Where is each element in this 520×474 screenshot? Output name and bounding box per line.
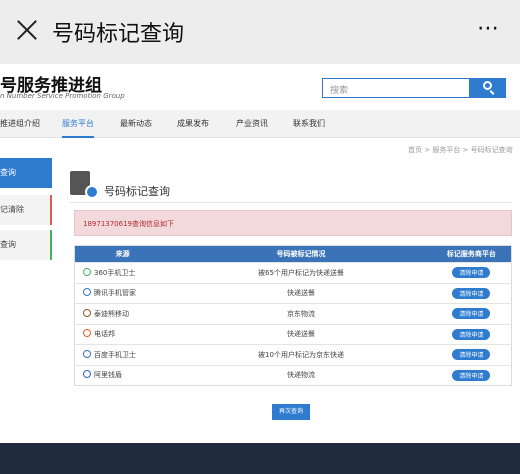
clear-request-button[interactable]: 清除申请	[452, 349, 491, 361]
source-name: 阿里钱盾	[94, 371, 122, 380]
page: { "window": {"title": "号码标记查询", "more_ic…	[0, 0, 520, 474]
green-shield-icon	[83, 267, 91, 276]
status-cell: 快递送餐	[170, 282, 432, 304]
blue-tencent-icon	[83, 288, 91, 297]
alert-text: 18971370619查询信息如下	[83, 220, 174, 228]
clear-request-button[interactable]: 清除申请	[452, 328, 491, 340]
sidebar-item-query-2[interactable]: 查询	[0, 230, 52, 260]
status-cell: 被10个用户标记为京东快递	[170, 344, 432, 365]
source-cell: 阿里钱盾	[74, 364, 171, 386]
search-icon	[483, 81, 492, 90]
nav-item-service-platform[interactable]: 服务平台	[62, 110, 94, 138]
source-name: 腾讯手机管家	[94, 289, 136, 298]
breadcrumb: 首页 > 服务平台 > 号码标记查询	[408, 146, 513, 154]
wechat-top-bar: 号码标记查询 ⋯	[0, 0, 520, 64]
action-cell: 清除申请	[431, 364, 512, 386]
source-name: 360手机卫士	[94, 268, 136, 277]
table-row: 泰迪熊移动 京东物流 清除申请	[74, 303, 512, 324]
mark-status-table: 来源 号码被标记情况 标记服务商平台 360手机卫士 被65个用户标记为快递送餐清…	[74, 245, 512, 386]
number-lookup-icon	[70, 171, 99, 199]
baidu-shield-icon	[83, 349, 91, 358]
source-name: 电话邦	[94, 330, 115, 339]
source-cell: 腾讯手机管家	[74, 282, 171, 304]
status-cell: 京东物流	[170, 303, 432, 324]
source-cell: 360手机卫士	[74, 262, 171, 283]
header-platform: 标记服务商平台	[431, 245, 512, 263]
search-input[interactable]: 搜索	[322, 78, 470, 98]
nav-item-contact[interactable]: 联系我们	[293, 110, 325, 138]
table-row: 百度手机卫士 被10个用户标记为京东快递 清除申请	[74, 344, 512, 365]
divider	[70, 202, 512, 203]
header-status: 号码被标记情况	[170, 245, 432, 263]
action-cell: 清除申请	[431, 323, 512, 345]
page-title: 号码标记查询	[104, 185, 170, 198]
header-source: 来源	[74, 245, 171, 263]
nav-item-results[interactable]: 成果发布	[177, 110, 209, 138]
nav-item-industry[interactable]: 产业资讯	[236, 110, 268, 138]
clear-request-button[interactable]: 清除申请	[452, 308, 491, 320]
status-cell: 快递送餐	[170, 323, 432, 345]
nav-item-news[interactable]: 最新动态	[120, 110, 152, 138]
search-icon-handle	[489, 90, 495, 95]
table-header-row: 来源 号码被标记情况 标记服务商平台	[74, 245, 512, 263]
action-cell: 清除申请	[431, 344, 512, 365]
action-cell: 清除申请	[431, 303, 512, 324]
more-options-icon[interactable]: ⋯	[477, 16, 500, 41]
sidebar-item-clear[interactable]: 记清除	[0, 195, 52, 225]
nav-item-intro[interactable]: 推进组介绍	[0, 110, 40, 138]
bear-icon	[83, 308, 91, 317]
main-nav: 推进组介绍 服务平台 最新动态 成果发布 产业资讯 联系我们	[0, 110, 520, 138]
ali-shield-icon	[83, 370, 91, 379]
table-row: 360手机卫士 被65个用户标记为快递送餐 清除申请	[74, 262, 512, 283]
source-cell: 泰迪熊移动	[74, 303, 171, 324]
search-button[interactable]	[470, 78, 506, 98]
status-cell: 被65个用户标记为快递送餐	[170, 262, 432, 283]
sidebar-item-query[interactable]: 查询	[0, 158, 52, 188]
source-name: 百度手机卫士	[94, 350, 136, 359]
status-cell: 快递物流	[170, 364, 432, 386]
clear-request-button[interactable]: 清除申请	[452, 287, 491, 299]
search-placeholder: 搜索	[330, 86, 349, 96]
close-icon[interactable]	[14, 17, 40, 43]
table-row: 电话邦 快递送餐 清除申请	[74, 323, 512, 345]
source-cell: 百度手机卫士	[74, 344, 171, 365]
site-footer	[0, 443, 520, 474]
query-again-button[interactable]: 再次查询	[272, 404, 310, 420]
orange-phone-icon	[83, 329, 91, 338]
table-row: 阿里钱盾 快递物流 清除申请	[74, 364, 512, 386]
action-cell: 清除申请	[431, 282, 512, 304]
source-name: 泰迪熊移动	[94, 309, 129, 318]
table-row: 腾讯手机管家 快递送餐 清除申请	[74, 282, 512, 304]
window-title: 号码标记查询	[52, 22, 185, 47]
site-brand-subtitle: n Number Service Promotion Group	[0, 92, 125, 100]
action-cell: 清除申请	[431, 262, 512, 283]
clear-request-button[interactable]: 清除申请	[452, 267, 491, 279]
query-result-alert: 18971370619查询信息如下	[74, 210, 512, 236]
source-cell: 电话邦	[74, 323, 171, 345]
clear-request-button[interactable]: 清除申请	[452, 369, 491, 381]
table-body: 360手机卫士 被65个用户标记为快递送餐 清除申请 腾讯手机管家 快递送餐 清除申请 泰迪…	[74, 262, 512, 386]
